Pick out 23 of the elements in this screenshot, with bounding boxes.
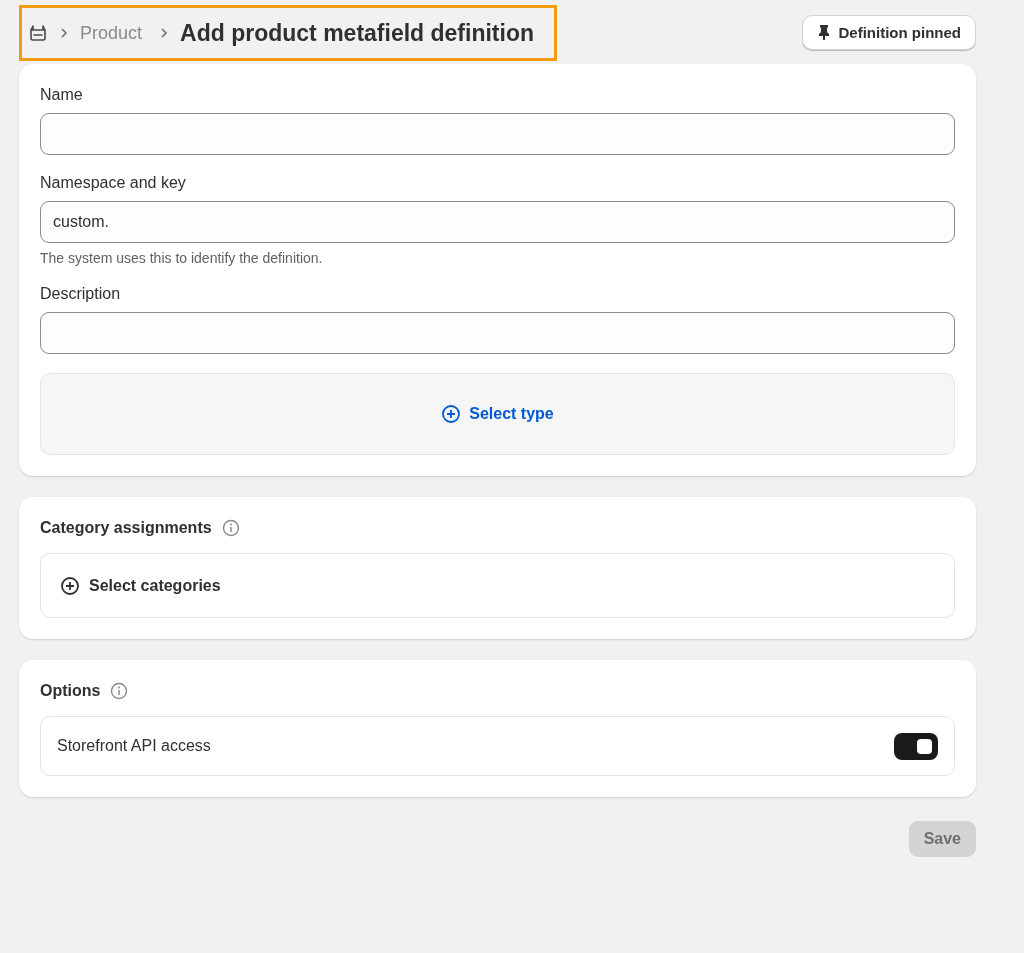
plus-circle-icon	[60, 575, 80, 596]
plus-circle-icon	[441, 404, 462, 424]
info-icon[interactable]	[110, 682, 129, 700]
help-text: The system uses this to identify the definition.	[40, 250, 324, 266]
store-icon[interactable]	[28, 24, 48, 42]
text-field[interactable]: custom.	[40, 201, 955, 243]
text-field[interactable]	[40, 113, 955, 155]
section-title: Options	[40, 682, 101, 700]
select-categories-button[interactable]: Select categories	[40, 553, 955, 618]
chevron-icon	[60, 27, 68, 39]
text-field[interactable]	[40, 312, 955, 354]
chevron-icon	[160, 27, 169, 39]
info-icon[interactable]	[221, 519, 240, 537]
pin-icon	[816, 24, 831, 40]
field-label: Description	[40, 285, 122, 303]
select-type-button[interactable]: Select type	[40, 373, 955, 455]
toggle-switch[interactable]	[894, 732, 938, 760]
page-title: Add product metafield definition	[180, 19, 534, 47]
definition-pinned-button[interactable]: Definition pinned	[801, 14, 976, 50]
option-label: Storefront API access	[57, 737, 211, 755]
field-label: Name	[40, 86, 84, 104]
field-label: Namespace and key	[40, 174, 187, 192]
section-title: Category assignments	[40, 519, 212, 537]
